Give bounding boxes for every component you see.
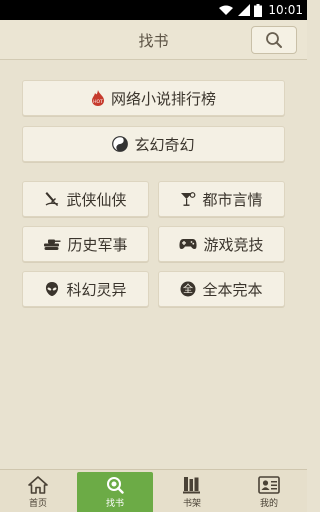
svg-text:全: 全 (183, 283, 193, 296)
tab-home[interactable]: 首页 (0, 472, 76, 512)
bookshelf-icon (182, 476, 202, 494)
tab-label: 我的 (259, 499, 278, 509)
cocktail-icon (180, 191, 196, 207)
category-label: 科幻灵异 (66, 280, 127, 299)
category-label: 全本完本 (202, 280, 263, 299)
tab-bookshelf[interactable]: 书架 (154, 472, 230, 512)
tab-find-books[interactable]: 找书 (77, 472, 153, 512)
sword-icon (44, 191, 60, 207)
clock: 10:01 (268, 3, 303, 17)
category-gaming[interactable]: 游戏竞技 (158, 226, 285, 262)
category-label: 历史军事 (67, 235, 128, 254)
tab-profile[interactable]: 我的 (231, 472, 307, 512)
gamepad-icon (179, 237, 198, 251)
ranking-label: 网络小说排行榜 (110, 89, 216, 108)
battery-icon (254, 3, 263, 17)
category-complete[interactable]: 全 全本完本 (158, 271, 285, 307)
category-wuxia[interactable]: 武侠仙侠 (22, 181, 149, 217)
fire-icon: HOT (91, 90, 105, 106)
tab-label: 首页 (28, 499, 47, 509)
tab-label: 书架 (182, 499, 201, 509)
ranking-button[interactable]: HOT 网络小说排行榜 (22, 80, 285, 116)
category-label: 武侠仙侠 (66, 190, 127, 209)
category-history[interactable]: 历史军事 (22, 226, 149, 262)
tab-label: 找书 (105, 499, 124, 509)
yin-yang-icon (112, 136, 129, 152)
fantasy-button[interactable]: 玄幻奇幻 (22, 126, 285, 162)
category-label: 都市言情 (202, 190, 263, 209)
wifi-icon (218, 4, 234, 16)
tank-icon (43, 237, 61, 251)
search-icon (265, 31, 283, 49)
category-label: 游戏竞技 (203, 235, 264, 254)
signal-icon (238, 4, 251, 16)
category-list: HOT 网络小说排行榜 玄幻奇幻 武侠仙侠 都市言情 历史军事 游戏竞技 科幻灵… (0, 61, 307, 469)
alien-icon (44, 281, 60, 297)
bottom-tab-bar: 首页 找书 书架 我的 (0, 469, 307, 512)
search-icon (105, 476, 125, 494)
category-scifi[interactable]: 科幻灵异 (22, 271, 149, 307)
profile-card-icon (258, 476, 280, 494)
header: 找书 (0, 20, 307, 60)
complete-icon: 全 (180, 281, 196, 297)
home-icon (28, 476, 48, 494)
category-urban[interactable]: 都市言情 (158, 181, 285, 217)
status-bar: 10:01 (0, 0, 307, 20)
svg-text:HOT: HOT (93, 99, 103, 105)
search-button[interactable] (251, 26, 297, 54)
fantasy-label: 玄幻奇幻 (134, 135, 195, 154)
